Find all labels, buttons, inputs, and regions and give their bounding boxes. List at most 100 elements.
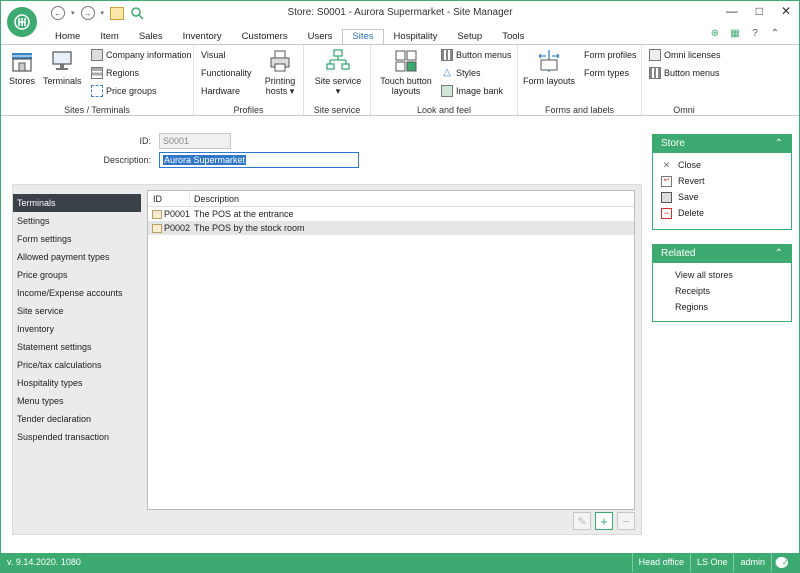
nav-item-suspended-transaction[interactable]: Suspended transaction bbox=[13, 428, 141, 446]
close-action[interactable]: ✕ Close bbox=[653, 157, 791, 173]
form-types-button[interactable]: Form types bbox=[584, 66, 629, 80]
price-groups-button[interactable]: Price groups bbox=[91, 84, 157, 98]
ribbon-tabs: Home Item Sales Inventory Customers User… bbox=[45, 29, 534, 46]
image-bank-label: Image bank bbox=[456, 86, 504, 96]
user-text: admin bbox=[733, 553, 771, 572]
form-profiles-button[interactable]: Form profiles bbox=[584, 48, 637, 62]
printing-hosts-button[interactable]: Printing hosts ▾ bbox=[260, 48, 300, 96]
column-header-description[interactable]: Description bbox=[190, 191, 239, 206]
edit-button[interactable]: ✎ bbox=[573, 512, 591, 530]
omni-button-menus-button[interactable]: Button menus bbox=[649, 66, 720, 80]
nav-item-price-groups[interactable]: Price groups bbox=[13, 266, 141, 284]
tab-home[interactable]: Home bbox=[45, 29, 90, 45]
visual-button[interactable]: Visual bbox=[201, 48, 225, 62]
omni-licenses-label: Omni licenses bbox=[664, 50, 721, 60]
tab-inventory[interactable]: Inventory bbox=[173, 29, 232, 45]
styles-icon: △ bbox=[443, 67, 451, 78]
related-panel-title: Related bbox=[661, 248, 696, 259]
nav-item-hospitality-types[interactable]: Hospitality types bbox=[13, 374, 141, 392]
site-service-button[interactable]: Site service ▾ bbox=[310, 48, 366, 96]
table-row[interactable]: P0001 The POS at the entrance bbox=[148, 207, 634, 221]
site-service-icon bbox=[326, 49, 350, 70]
table-row[interactable]: P0002 The POS by the stock room bbox=[148, 221, 634, 235]
revert-action[interactable]: ↩ Revert bbox=[653, 173, 791, 189]
regions-icon bbox=[91, 67, 103, 79]
regions-link[interactable]: Regions bbox=[653, 299, 791, 315]
remove-button[interactable]: − bbox=[617, 512, 635, 530]
delete-action[interactable]: − Delete bbox=[653, 205, 791, 221]
regions-button[interactable]: Regions bbox=[91, 66, 139, 80]
maximize-icon[interactable]: □ bbox=[756, 4, 763, 18]
styles-button[interactable]: △ Styles bbox=[441, 66, 480, 80]
plus-circle-icon[interactable]: ⊕ bbox=[709, 27, 721, 39]
nav-item-settings[interactable]: Settings bbox=[13, 212, 141, 230]
nav-item-tender-declaration[interactable]: Tender declaration bbox=[13, 410, 141, 428]
minus-icon: − bbox=[622, 513, 630, 529]
description-field[interactable]: Aurora Supermarket bbox=[159, 152, 359, 168]
button-menus-button[interactable]: Button menus bbox=[441, 48, 512, 62]
terminals-button[interactable]: Terminals bbox=[43, 48, 82, 86]
form-layouts-button[interactable]: Form layouts bbox=[523, 48, 575, 86]
delete-icon: − bbox=[661, 207, 672, 219]
group-label-omni: Omni bbox=[673, 105, 695, 115]
functionality-button[interactable]: Functionality bbox=[201, 66, 252, 80]
group-profiles: Visual Functionality Hardware Printing h… bbox=[194, 45, 304, 117]
save-icon bbox=[661, 191, 672, 203]
help-icon[interactable]: ? bbox=[749, 27, 761, 39]
close-icon: ✕ bbox=[662, 160, 671, 170]
tab-item[interactable]: Item bbox=[90, 29, 128, 45]
collapse-ribbon-icon[interactable]: ⌃ bbox=[769, 27, 781, 39]
nav-item-income-expense-accounts[interactable]: Income/Expense accounts bbox=[13, 284, 141, 302]
tab-hospitality[interactable]: Hospitality bbox=[384, 29, 448, 45]
regions-label: Regions bbox=[106, 68, 140, 78]
grid-icon bbox=[441, 49, 453, 61]
nav-item-terminals[interactable]: Terminals bbox=[13, 194, 141, 212]
button-menus-label: Button menus bbox=[456, 50, 512, 60]
close-window-icon[interactable]: ✕ bbox=[781, 4, 791, 18]
form-profiles-label: Form profiles bbox=[584, 50, 637, 60]
main-content: ID: Description: Aurora Supermarket Term… bbox=[1, 117, 799, 554]
touch-button-layouts-button[interactable]: Touch button layouts bbox=[377, 48, 435, 96]
window-title: Store: S0001 - Aurora Supermarket - Site… bbox=[287, 7, 513, 18]
omni-licenses-button[interactable]: Omni licenses bbox=[649, 48, 721, 62]
form-layouts-label: Form layouts bbox=[523, 76, 576, 86]
group-label-look-and-feel: Look and feel bbox=[416, 105, 472, 115]
chevron-up-icon[interactable]: ⌃ bbox=[775, 135, 783, 153]
chevron-down-icon: ▾ bbox=[335, 86, 341, 96]
save-action[interactable]: Save bbox=[653, 189, 791, 205]
image-bank-button[interactable]: Image bank bbox=[441, 84, 503, 98]
store-panel-header[interactable]: Store ⌃ bbox=[653, 135, 791, 153]
minimize-icon[interactable]: — bbox=[726, 4, 738, 18]
row-id: P0001 bbox=[163, 209, 190, 219]
grid-icon bbox=[649, 67, 661, 79]
pencil-icon: ✎ bbox=[577, 515, 587, 528]
add-button[interactable]: + bbox=[595, 512, 613, 530]
nav-item-form-settings[interactable]: Form settings bbox=[13, 230, 141, 248]
nav-item-menu-types[interactable]: Menu types bbox=[13, 392, 141, 410]
nav-item-inventory[interactable]: Inventory bbox=[13, 320, 141, 338]
view-all-stores-link[interactable]: View all stores bbox=[653, 267, 791, 283]
store-icon bbox=[12, 53, 32, 72]
column-header-id[interactable]: ID bbox=[148, 191, 190, 206]
nav-item-statement-settings[interactable]: Statement settings bbox=[13, 338, 141, 356]
related-panel-header[interactable]: Related ⌃ bbox=[653, 245, 791, 263]
receipts-link[interactable]: Receipts bbox=[653, 283, 791, 299]
book-icon[interactable]: ▦ bbox=[729, 27, 741, 39]
nav-item-price-tax-calculations[interactable]: Price/tax calculations bbox=[13, 356, 141, 374]
description-value: Aurora Supermarket bbox=[163, 155, 247, 165]
company-information-button[interactable]: Company information bbox=[91, 48, 192, 62]
stores-button[interactable]: Stores bbox=[6, 48, 38, 86]
chevron-up-icon[interactable]: ⌃ bbox=[775, 245, 783, 263]
tab-customers[interactable]: Customers bbox=[232, 29, 298, 45]
tab-tools[interactable]: Tools bbox=[492, 29, 534, 45]
tab-setup[interactable]: Setup bbox=[447, 29, 492, 45]
tab-sales[interactable]: Sales bbox=[129, 29, 173, 45]
printer-icon bbox=[270, 50, 290, 72]
hardware-button[interactable]: Hardware bbox=[201, 84, 240, 98]
license-icon bbox=[649, 49, 661, 61]
nav-item-site-service[interactable]: Site service bbox=[13, 302, 141, 320]
group-site-service: Site service ▾ Site service bbox=[304, 45, 371, 117]
tab-users[interactable]: Users bbox=[298, 29, 343, 45]
nav-item-allowed-payment-types[interactable]: Allowed payment types bbox=[13, 248, 141, 266]
stores-label: Stores bbox=[8, 76, 35, 86]
